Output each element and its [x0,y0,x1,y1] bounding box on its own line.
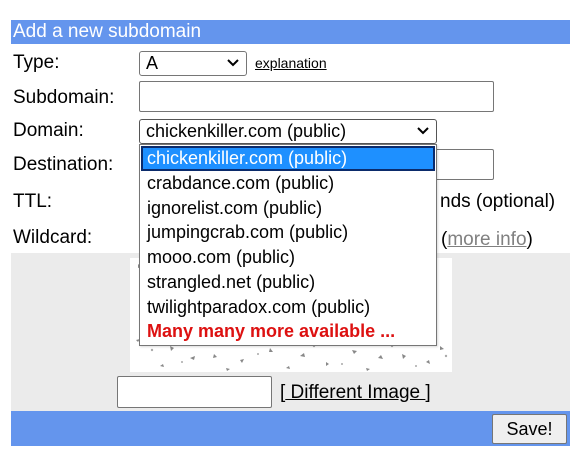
captcha-input[interactable] [117,376,272,408]
subdomain-input[interactable] [139,81,494,112]
type-select-value: A [146,53,159,73]
domain-select-value: chickenkiller.com (public) [146,121,347,141]
domain-label: Domain: [13,120,84,141]
domain-option[interactable]: crabdance.com (public) [141,171,435,196]
subdomain-label: Subdomain: [13,87,115,108]
domain-option[interactable]: jumpingcrab.com (public) [141,220,435,245]
type-label: Type: [13,52,60,73]
domain-option[interactable]: ignorelist.com (public) [141,196,435,221]
domain-option[interactable]: mooo.com (public) [141,245,435,270]
type-select[interactable]: A [139,51,247,76]
wildcard-more-info: (more info) [441,228,533,252]
domain-select[interactable]: chickenkiller.com (public) [139,119,437,144]
form-title: Add a new subdomain [11,20,570,44]
different-image-link[interactable]: Different Image [285,382,425,403]
domain-option[interactable]: strangled.net (public) [141,270,435,295]
ttl-label: TTL: [13,191,53,212]
ttl-suffix-text: nds (optional) [440,191,556,212]
more-domains-option[interactable]: Many many more available ... [141,319,435,344]
different-image-link-wrapper: [ Different Image ] [280,381,431,405]
explanation-link[interactable]: explanation [255,55,327,71]
wildcard-label: Wildcard: [13,227,93,248]
paren-close: ) [526,229,533,250]
save-button[interactable]: Save! [492,414,567,444]
more-info-link[interactable]: more info [447,229,526,250]
domain-dropdown-list: chickenkiller.com (public) crabdance.com… [139,144,437,346]
bracket-close: ] [425,382,431,403]
chevron-down-icon [416,120,430,142]
chevron-down-icon [226,52,240,74]
domain-option[interactable]: twilightparadox.com (public) [141,295,435,320]
footer-bar [11,411,570,446]
destination-label: Destination: [13,154,114,175]
domain-option[interactable]: chickenkiller.com (public) [141,146,435,171]
